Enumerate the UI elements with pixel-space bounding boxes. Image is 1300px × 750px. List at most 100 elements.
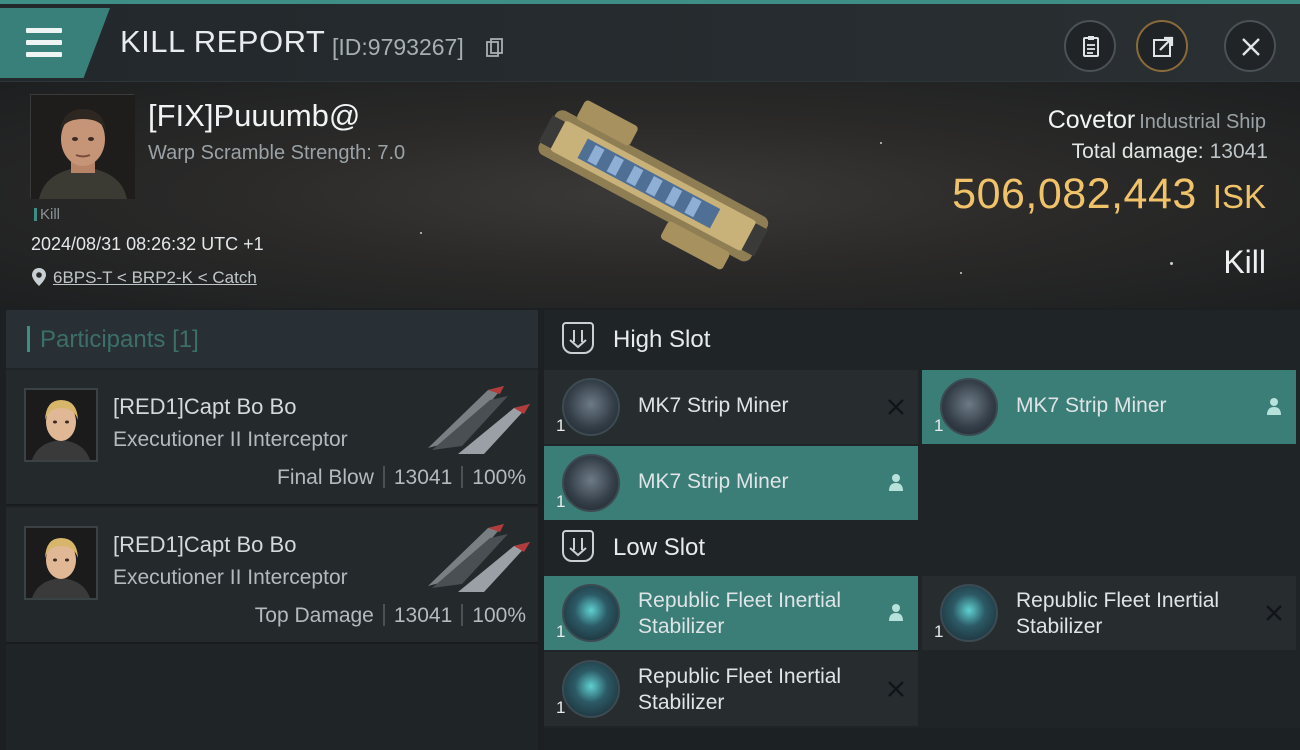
participant-damage: 13041 bbox=[393, 604, 453, 627]
divider bbox=[382, 604, 385, 626]
module-quantity: 1 bbox=[556, 492, 566, 511]
victim-summary: [FIX]Puuumb@ Warp Scramble Strength: 7.0… bbox=[0, 82, 1300, 308]
dropped-person-icon bbox=[1267, 398, 1281, 415]
module-item[interactable]: 1 MK7 Strip Miner bbox=[922, 370, 1296, 444]
header-accent-bar bbox=[27, 326, 30, 352]
location-pin-icon bbox=[32, 268, 46, 286]
isk-unit: ISK bbox=[1212, 178, 1266, 215]
location-text: 6BPS-T < BRP2-K < Catch bbox=[53, 268, 257, 287]
close-icon bbox=[1242, 38, 1260, 56]
module-item[interactable]: 1 MK7 Strip Miner bbox=[544, 370, 918, 444]
kill-timestamp: 2024/08/31 08:26:32 UTC +1 bbox=[31, 234, 264, 254]
participants-header: Participants [1] bbox=[6, 310, 538, 368]
high-slot-label: High Slot bbox=[613, 326, 711, 353]
module-name: Republic Fleet Inertial Stabilizer bbox=[638, 664, 841, 716]
fitting-panel: High Slot 1 MK7 Strip Miner 1 MK7 Strip … bbox=[544, 310, 1300, 750]
module-name: MK7 Strip Miner bbox=[638, 470, 789, 493]
low-slot-icon bbox=[562, 530, 594, 562]
page-title: KILL REPORT bbox=[120, 24, 326, 59]
participant-stats: Final Blow 13041 100% bbox=[277, 466, 526, 490]
next-section-stub bbox=[544, 728, 1300, 750]
victim-portrait[interactable] bbox=[30, 94, 135, 199]
module-item[interactable]: 1 Republic Fleet Inertial Stabilizer bbox=[544, 576, 918, 650]
module-name: MK7 Strip Miner bbox=[1016, 394, 1167, 417]
star bbox=[880, 142, 882, 144]
participant-card[interactable]: [RED1]Capt Bo Bo Executioner II Intercep… bbox=[6, 370, 538, 506]
participant-role: Final Blow bbox=[277, 466, 374, 489]
module-item[interactable]: 1 Republic Fleet Inertial Stabilizer bbox=[544, 652, 918, 726]
strip-miner-icon bbox=[562, 454, 620, 512]
victim-ship-name[interactable]: Covetor Industrial Ship bbox=[1048, 106, 1266, 135]
strip-miner-icon bbox=[940, 378, 998, 436]
warp-scramble-strength: Warp Scramble Strength: 7.0 bbox=[148, 142, 406, 164]
participant-stats: Top Damage 13041 100% bbox=[255, 604, 526, 628]
participant-percent: 100% bbox=[472, 466, 526, 489]
module-name-line: Stabilizer bbox=[638, 691, 725, 714]
report-document-button[interactable] bbox=[1064, 20, 1116, 72]
menu-button[interactable] bbox=[0, 8, 110, 78]
destroyed-x-icon bbox=[888, 399, 904, 415]
star bbox=[420, 232, 422, 234]
module-name-line: Stabilizer bbox=[638, 615, 725, 638]
divider bbox=[461, 466, 464, 488]
pilot-portrait-icon bbox=[26, 390, 96, 460]
inertial-stabilizer-icon bbox=[562, 584, 620, 642]
module-item[interactable]: 1 Republic Fleet Inertial Stabilizer bbox=[922, 576, 1296, 650]
isk-amount: 506,082,443 bbox=[952, 170, 1197, 218]
low-slot-header: Low Slot bbox=[544, 518, 1300, 576]
ship-class-text: Industrial Ship bbox=[1139, 111, 1266, 133]
dropped-person-icon bbox=[889, 604, 903, 621]
document-icon bbox=[1083, 36, 1099, 57]
total-damage: Total damage: 13041 bbox=[1072, 140, 1268, 164]
destroyed-x-icon bbox=[1266, 605, 1282, 621]
copy-icon[interactable] bbox=[486, 38, 504, 58]
inertial-stabilizer-icon bbox=[562, 660, 620, 718]
module-name-line: Republic Fleet Inertial bbox=[638, 665, 842, 688]
share-icon bbox=[1153, 36, 1174, 57]
executioner-ship-image bbox=[428, 524, 530, 592]
participants-panel: Participants [1] [RED1]Capt Bo Bo Execut… bbox=[6, 310, 538, 750]
module-quantity: 1 bbox=[556, 622, 566, 641]
participant-percent: 100% bbox=[472, 604, 526, 627]
module-quantity: 1 bbox=[556, 698, 566, 717]
module-name: MK7 Strip Miner bbox=[638, 394, 789, 417]
share-button[interactable] bbox=[1136, 20, 1188, 72]
ship-name-text: Covetor bbox=[1047, 106, 1136, 134]
module-quantity: 1 bbox=[934, 416, 944, 435]
participants-count: [1] bbox=[172, 326, 199, 353]
participant-damage: 13041 bbox=[393, 466, 453, 489]
pilot-portrait-icon bbox=[31, 95, 135, 199]
high-slot-icon bbox=[562, 322, 594, 354]
divider bbox=[382, 466, 385, 488]
victim-name[interactable]: [FIX]Puuumb@ bbox=[148, 98, 360, 134]
result-label: Kill bbox=[1223, 244, 1266, 280]
participant-card[interactable]: [RED1]Capt Bo Bo Executioner II Intercep… bbox=[6, 508, 538, 644]
participant-ship: Executioner II Interceptor bbox=[113, 566, 348, 589]
header-bar: KILL REPORT [ID:9793267] bbox=[0, 4, 1300, 82]
total-damage-label: Total damage: bbox=[1071, 140, 1204, 163]
divider bbox=[461, 604, 464, 626]
participant-name: [RED1]Capt Bo Bo bbox=[113, 394, 297, 419]
participant-name: [RED1]Capt Bo Bo bbox=[113, 532, 297, 557]
module-name: Republic Fleet Inertial Stabilizer bbox=[638, 588, 841, 640]
dropped-person-icon bbox=[889, 474, 903, 491]
participants-title: Participants bbox=[40, 326, 166, 353]
inertial-stabilizer-icon bbox=[940, 584, 998, 642]
participant-ship: Executioner II Interceptor bbox=[113, 428, 348, 451]
module-item[interactable]: 1 MK7 Strip Miner bbox=[544, 446, 918, 520]
isk-value: 506,082,443 ISK bbox=[952, 170, 1266, 219]
kill-id: [ID:9793267] bbox=[332, 34, 464, 60]
close-button[interactable] bbox=[1224, 20, 1276, 72]
high-slot-header: High Slot bbox=[544, 310, 1300, 368]
kill-tag: Kill bbox=[34, 206, 60, 223]
star bbox=[960, 272, 962, 274]
destroyed-x-icon bbox=[888, 681, 904, 697]
executioner-ship-image bbox=[428, 386, 530, 454]
covetor-ship-image bbox=[538, 100, 769, 270]
pilot-portrait-icon bbox=[26, 528, 96, 598]
participant-avatar bbox=[24, 526, 98, 600]
total-damage-value: 13041 bbox=[1209, 140, 1268, 163]
low-slot-label: Low Slot bbox=[613, 534, 706, 561]
module-name: Republic Fleet Inertial Stabilizer bbox=[1016, 588, 1219, 640]
participants-label: Participants [1] bbox=[40, 326, 199, 354]
